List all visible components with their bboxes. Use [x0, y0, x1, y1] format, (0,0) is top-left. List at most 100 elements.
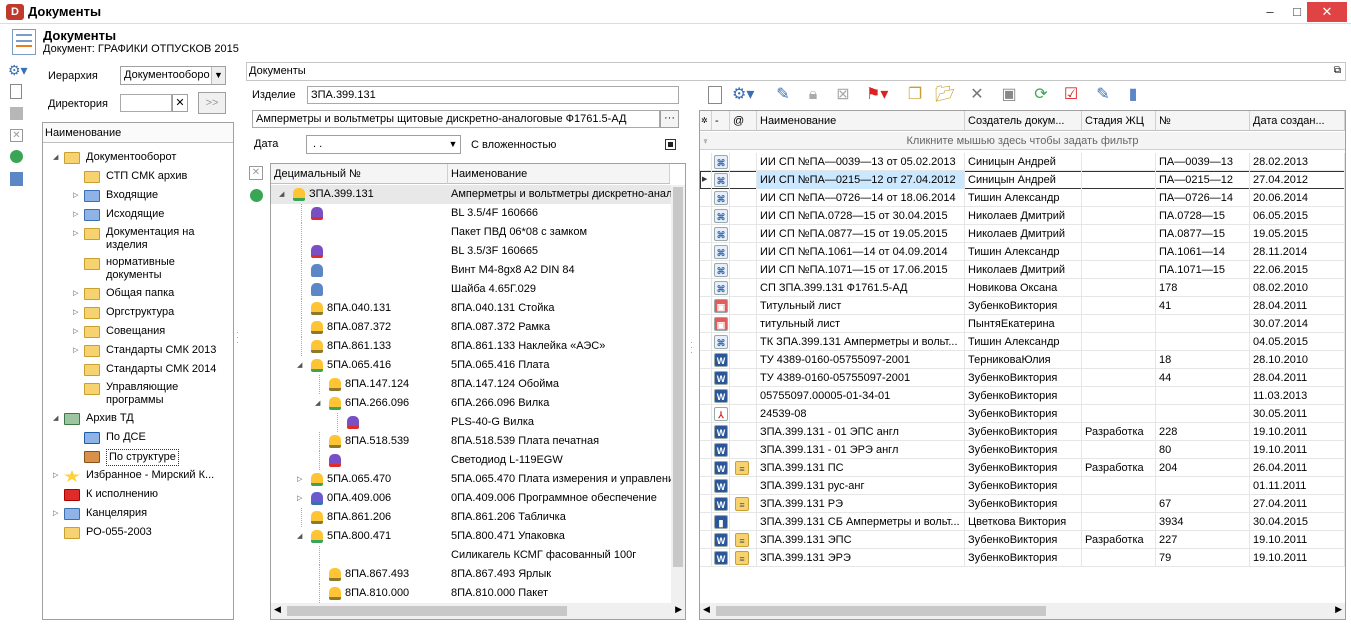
structure-row[interactable]: Светодиод L-119EGW [271, 451, 671, 470]
col-stage-header[interactable]: Стадия ЖЦ [1082, 111, 1156, 131]
lock-icon[interactable]: 🔒︎ [802, 84, 824, 106]
tree-item[interactable]: нормативные документы [43, 254, 233, 284]
clear-directory-button[interactable]: ✕ [172, 94, 188, 112]
structure-row[interactable]: Винт M4-8gx8 A2 DIN 84 [271, 261, 671, 280]
item-name-input[interactable] [252, 110, 660, 128]
document-row[interactable]: W ЗПА.399.131 - 01 ЭПС англ ЗубенкоВиктори… [700, 423, 1345, 441]
tree-item[interactable]: ◢ Архив ТД [43, 409, 233, 428]
scrollbar-thumb[interactable] [716, 606, 1046, 616]
structure-row[interactable]: ▷ 0ПА.409.006 0ПА.409.006 Программное обес… [271, 489, 671, 508]
collapse-arrow-icon[interactable]: ◢ [53, 409, 58, 428]
date-picker[interactable]: . . ▼ [306, 135, 461, 154]
tree-item[interactable]: ▷ Документация на изделия [43, 224, 233, 254]
horizontal-scrollbar[interactable]: ◀ ▶ [271, 603, 685, 619]
filter-row[interactable]: ♆ Кликните мышью здесь чтобы задать филь… [700, 132, 1345, 150]
horizontal-scrollbar[interactable]: ◀ ▶ [700, 603, 1345, 619]
document-row[interactable]: ⌘ ИИ СП №ПА.1061—14 от 04.09.2014 Тишин Ал… [700, 243, 1345, 261]
tree-item[interactable]: ▷ Входящие [43, 186, 233, 205]
structure-row[interactable]: 8ПА.040.131 8ПА.040.131 Стойка [271, 299, 671, 318]
checklist-icon[interactable]: ☑ [1060, 84, 1082, 106]
document-row[interactable]: ⅄ 24539-08 ЗубенкоВиктория 30.05.2011 [700, 405, 1345, 423]
tree-item[interactable]: ▷ Избранное - Мирский К... [43, 466, 233, 485]
tree-item[interactable]: ▷ Исходящие [43, 205, 233, 224]
document-row[interactable]: W ЗПА.399.131 рус-анг ЗубенкоВиктория 01.11… [700, 477, 1345, 495]
refresh-icon[interactable]: ⟳ [1030, 84, 1052, 106]
chevron-down-icon[interactable]: ▼ [211, 67, 225, 84]
expand-arrow-icon[interactable]: ▷ [73, 284, 78, 303]
scrollbar-thumb[interactable] [673, 187, 683, 567]
delete-icon[interactable]: ✕ [966, 84, 988, 106]
splitter-left[interactable]: · · · [236, 328, 240, 350]
tree-item[interactable]: ◢ Документооборот [43, 148, 233, 167]
col-name-header[interactable]: Наименование [757, 111, 965, 131]
expand-arrow-icon[interactable]: ▷ [297, 470, 302, 489]
tree-item[interactable]: ▷ Стандарты СМК 2013 [43, 341, 233, 360]
structure-row[interactable]: BL 3.5/4F 160666 [271, 204, 671, 223]
col-date-header[interactable]: Дата создан... [1250, 111, 1345, 131]
tree-item[interactable]: РО-055-2003 [43, 523, 233, 542]
collapse-arrow-icon[interactable]: ◢ [297, 356, 302, 375]
tree-item[interactable]: По структуре [43, 447, 233, 466]
cancel-icon[interactable]: ⊠ [832, 84, 854, 106]
expand-arrow-icon[interactable]: ▷ [73, 224, 78, 243]
document-row[interactable]: ▣ Титульный лист ЗубенкоВиктория 41 28.04.20… [700, 297, 1345, 315]
document-row[interactable]: ▶ ⌘ ИИ СП №ПА—0215—12 от 27.04.2012 Синицын… [700, 171, 1345, 189]
document-row[interactable]: ⌘ ИИ СП №ПА.0728—15 от 30.04.2015 Николаев… [700, 207, 1345, 225]
expand-arrow-icon[interactable]: ▷ [53, 466, 58, 485]
tree-item[interactable]: Стандарты СМК 2014 [43, 360, 233, 379]
tree-item[interactable]: ▷ Совещания [43, 322, 233, 341]
structure-row[interactable]: 8ПА.518.539 8ПА.518.539 Плата печатная [271, 432, 671, 451]
col-number-header[interactable]: № [1156, 111, 1250, 131]
document-row[interactable]: W ТУ 4389-0160-05755097-2001 ЗубенкоВиктор… [700, 369, 1345, 387]
flag-icon[interactable]: ⚑▾ [866, 84, 888, 106]
structure-row[interactable]: 8ПА.867.493 8ПА.867.493 Ярлык [271, 565, 671, 584]
document-row[interactable]: ⌘ СП ЗПА.399.131 Ф1761.5-АД Новикова Оксан… [700, 279, 1345, 297]
book-icon[interactable] [10, 172, 23, 186]
structure-row[interactable]: ▷ 5ПА.065.470 5ПА.065.470 Плата измерения … [271, 470, 671, 489]
save-icon[interactable]: ▣ [998, 84, 1020, 106]
structure-row[interactable]: ◢ 5ПА.800.471 5ПА.800.471 Упаковка [271, 527, 671, 546]
structure-row[interactable]: 8ПА.861.133 8ПА.861.133 Наклейка «АЭС» [271, 337, 671, 356]
refresh-icon[interactable] [10, 150, 23, 163]
item-input[interactable] [307, 86, 679, 104]
collapse-arrow-icon[interactable]: ◢ [315, 394, 320, 413]
structure-row[interactable]: 8ПА.861.206 8ПА.861.206 Табличка [271, 508, 671, 527]
attachment-icon[interactable]: ≡ [735, 533, 749, 548]
col-decimal-header[interactable]: Децимальный № [271, 164, 448, 184]
structure-row[interactable]: BL 3.5/3F 160665 [271, 242, 671, 261]
collapse-arrow-icon[interactable]: ◢ [279, 185, 284, 204]
scroll-left-icon[interactable]: ◀ [703, 604, 710, 615]
expand-arrow-icon[interactable]: ▷ [73, 322, 78, 341]
col-creator-header[interactable]: Создатель докум... [965, 111, 1082, 131]
scroll-right-icon[interactable]: ▶ [1335, 604, 1342, 615]
structure-row[interactable]: 8ПА.087.372 8ПА.087.372 Рамка [271, 318, 671, 337]
scroll-left-icon[interactable]: ◀ [274, 604, 281, 615]
document-row[interactable]: ⌘ ИИ СП №ПА.0877—15 от 19.05.2015 Николаев… [700, 225, 1345, 243]
expand-arrow-icon[interactable]: ▷ [297, 489, 302, 508]
structure-row[interactable]: Пакет ПВД 06*08 с замком [271, 223, 671, 242]
tree-item[interactable]: ▷ Оргструктура [43, 303, 233, 322]
tree-item[interactable]: СТП СМК архив [43, 167, 233, 186]
book-icon[interactable]: ▮ [1122, 84, 1144, 106]
scrollbar-thumb[interactable] [287, 606, 567, 616]
col-dash-header[interactable]: - [712, 111, 730, 131]
col-at-header[interactable]: @ [730, 111, 757, 131]
structure-row[interactable]: 8ПА.810.000 8ПА.810.000 Пакет [271, 584, 671, 603]
go-button[interactable]: >> [198, 92, 226, 114]
hierarchy-select[interactable]: Документооборо ▼ [120, 66, 226, 85]
document-row[interactable]: ▣ титульный лист ПынтяЕкатерина 30.07.2014 [700, 315, 1345, 333]
document-row[interactable]: ⌘ ИИ СП №ПА—0039—13 от 05.02.2013 Синицын … [700, 153, 1345, 171]
restore-panel-icon[interactable]: ⧉ [1334, 65, 1341, 76]
chevron-down-icon[interactable]: ▼ [446, 136, 460, 153]
document-row[interactable]: W ≡ ЗПА.399.131 ЭРЭ ЗубенкоВиктория 79 19.10.… [700, 549, 1345, 567]
new-document-icon[interactable] [10, 84, 22, 99]
tools-icon[interactable]: ⚙▾ [732, 84, 754, 106]
browse-button[interactable]: ··· [660, 110, 679, 128]
minimize-button[interactable]: – [1255, 2, 1285, 22]
structure-row[interactable]: 8ПА.147.124 8ПА.147.124 Обойма [271, 375, 671, 394]
close-button[interactable]: ✕ [1307, 2, 1347, 22]
structure-row[interactable]: PLS-40-G Вилка [271, 413, 671, 432]
tree-item[interactable]: ▷ Общая папка [43, 284, 233, 303]
attachment-icon[interactable]: ≡ [735, 497, 749, 512]
edit-list-icon[interactable]: ✎ [1092, 84, 1114, 106]
